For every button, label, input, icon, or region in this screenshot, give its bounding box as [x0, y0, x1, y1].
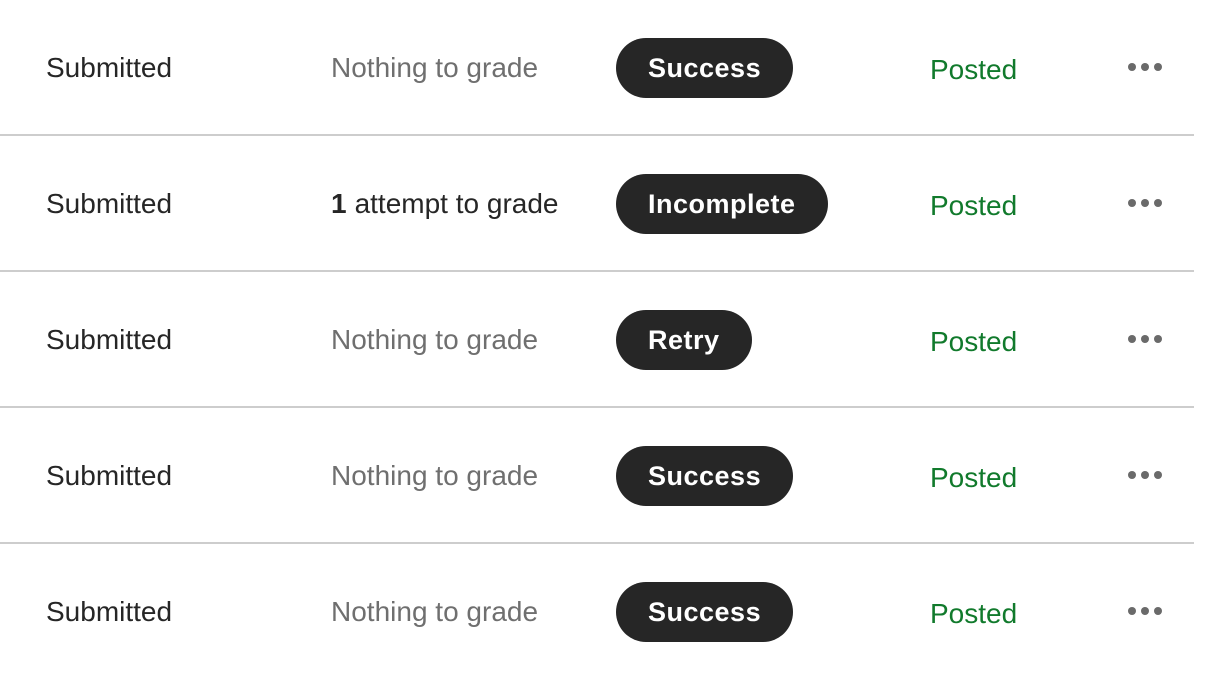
- submission-status: Submitted: [46, 596, 173, 627]
- more-horizontal-icon: [1141, 63, 1149, 71]
- posted-status: Posted: [930, 326, 1018, 357]
- more-horizontal-icon: [1128, 335, 1136, 343]
- grading-status-text: Nothing to grade: [331, 596, 539, 627]
- result-badge-cell: Retry: [616, 272, 752, 408]
- grading-status[interactable]: Nothing to grade: [331, 272, 538, 408]
- more-horizontal-icon: [1141, 471, 1149, 479]
- more-horizontal-icon: [1141, 607, 1149, 615]
- more-horizontal-icon: [1128, 199, 1136, 207]
- more-horizontal-icon: [1154, 335, 1162, 343]
- more-options-button[interactable]: [1128, 0, 1162, 136]
- submission-row: Submitted Nothing to grade Success Poste…: [0, 0, 1194, 136]
- submission-row: Submitted Nothing to grade Retry Posted: [0, 272, 1194, 408]
- posted-status: Posted: [930, 190, 1018, 221]
- more-horizontal-icon: [1141, 199, 1149, 207]
- more-horizontal-icon: [1141, 335, 1149, 343]
- submission-status: Submitted: [46, 460, 173, 491]
- result-badge[interactable]: Success: [616, 446, 794, 506]
- grading-status-text: Nothing to grade: [331, 324, 539, 355]
- attempt-count: 1: [331, 188, 347, 219]
- submission-status: Submitted: [46, 188, 173, 219]
- submission-status: Submitted: [46, 52, 173, 83]
- posted-status: Posted: [930, 54, 1018, 85]
- result-badge-cell: Success: [616, 408, 794, 544]
- grading-status[interactable]: Nothing to grade: [331, 0, 538, 136]
- posted-status: Posted: [930, 598, 1018, 629]
- more-horizontal-icon: [1128, 607, 1136, 615]
- more-horizontal-icon: [1154, 607, 1162, 615]
- result-badge[interactable]: Incomplete: [616, 174, 828, 234]
- more-options-button[interactable]: [1128, 136, 1162, 272]
- result-badge-cell: Success: [616, 544, 794, 680]
- result-badge[interactable]: Success: [616, 582, 794, 642]
- grading-status-text: Nothing to grade: [331, 52, 539, 83]
- result-badge-cell: Incomplete: [616, 136, 828, 272]
- more-options-button[interactable]: [1128, 272, 1162, 408]
- more-horizontal-icon: [1128, 471, 1136, 479]
- submission-row: Submitted Nothing to grade Success Poste…: [0, 408, 1194, 544]
- grading-status[interactable]: 1 attempt to grade: [331, 136, 558, 272]
- result-badge[interactable]: Success: [616, 38, 794, 98]
- more-horizontal-icon: [1154, 471, 1162, 479]
- result-badge-cell: Success: [616, 0, 794, 136]
- grading-status[interactable]: Nothing to grade: [331, 408, 538, 544]
- submission-status: Submitted: [46, 324, 173, 355]
- grading-status-text: attempt to grade: [354, 188, 559, 219]
- more-horizontal-icon: [1154, 63, 1162, 71]
- submission-row: Submitted Nothing to grade Success Poste…: [0, 544, 1194, 680]
- more-horizontal-icon: [1128, 63, 1136, 71]
- submission-row: Submitted 1 attempt to grade Incomplete P…: [0, 136, 1194, 272]
- grading-status[interactable]: Nothing to grade: [331, 544, 538, 680]
- more-options-button[interactable]: [1128, 408, 1162, 544]
- more-horizontal-icon: [1154, 199, 1162, 207]
- more-options-button[interactable]: [1128, 544, 1162, 680]
- posted-status: Posted: [930, 462, 1018, 493]
- grading-status-text: Nothing to grade: [331, 460, 539, 491]
- result-badge[interactable]: Retry: [616, 310, 752, 370]
